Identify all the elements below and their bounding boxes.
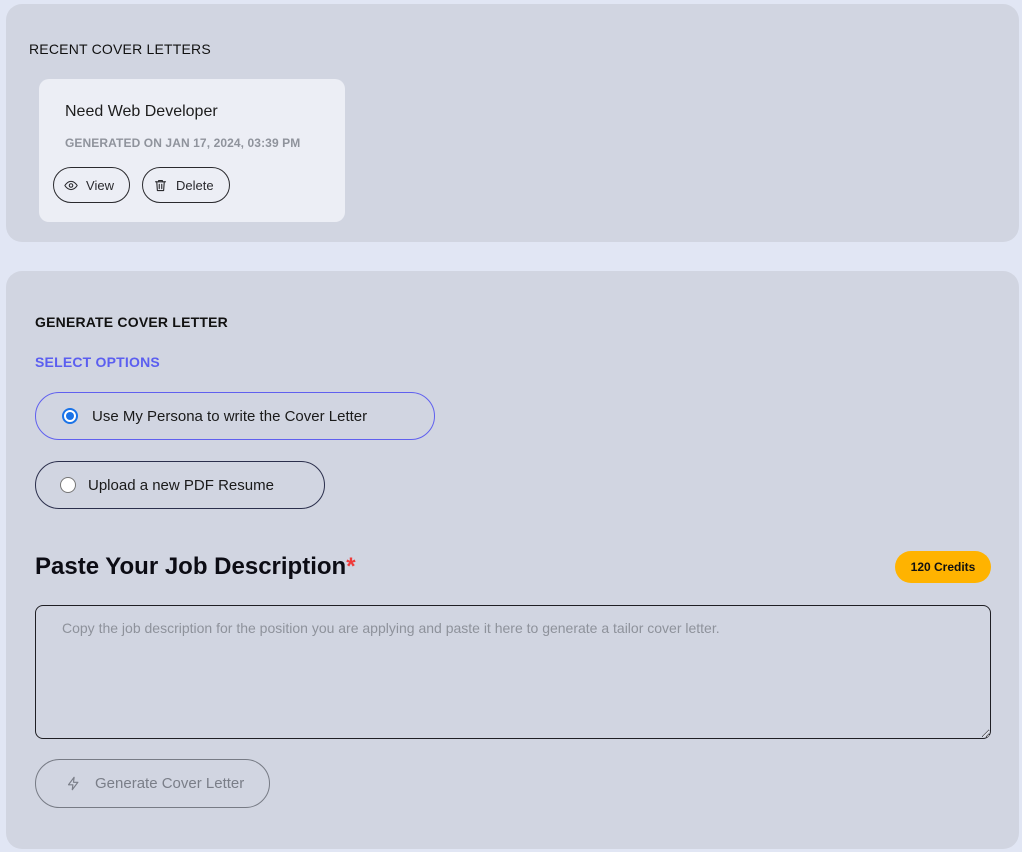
- job-description-textarea[interactable]: [35, 605, 991, 739]
- persona-radio[interactable]: [62, 408, 78, 424]
- trash-icon: [154, 179, 167, 191]
- cover-letter-card: Need Web Developer GENERATED ON JAN 17, …: [39, 79, 345, 222]
- generate-cover-letter-heading: GENERATE COVER LETTER: [35, 314, 228, 330]
- view-button-label: View: [86, 177, 114, 193]
- delete-button-label: Delete: [176, 177, 214, 193]
- lightning-bolt-icon: [67, 776, 79, 791]
- cover-letter-generated-date: GENERATED ON JAN 17, 2024, 03:39 PM: [65, 136, 301, 150]
- view-button[interactable]: View: [53, 167, 130, 203]
- generate-cover-letter-panel: GENERATE COVER LETTER SELECT OPTIONS Use…: [6, 271, 1019, 849]
- option-use-persona-label: Use My Persona to write the Cover Letter: [92, 407, 368, 425]
- eye-icon: [64, 180, 78, 190]
- generate-cover-letter-button[interactable]: Generate Cover Letter: [35, 759, 270, 808]
- job-description-heading: Paste Your Job Description*: [35, 553, 356, 581]
- upload-resume-radio[interactable]: [60, 477, 76, 493]
- credits-badge: 120 Credits: [895, 551, 991, 583]
- required-asterisk: *: [346, 553, 356, 580]
- generate-cover-letter-button-label: Generate Cover Letter: [95, 775, 245, 792]
- cover-letter-title: Need Web Developer: [65, 103, 218, 120]
- option-upload-pdf-resume-label: Upload a new PDF Resume: [88, 476, 274, 494]
- recent-cover-letters-heading: RECENT COVER LETTERS: [29, 41, 211, 57]
- job-description-heading-text: Paste Your Job Description: [35, 553, 347, 580]
- recent-cover-letters-panel: RECENT COVER LETTERS Need Web Developer …: [6, 4, 1019, 242]
- select-options-label: SELECT OPTIONS: [35, 354, 160, 370]
- option-use-persona[interactable]: Use My Persona to write the Cover Letter: [35, 392, 435, 440]
- option-upload-pdf-resume[interactable]: Upload a new PDF Resume: [35, 461, 325, 509]
- delete-button[interactable]: Delete: [142, 167, 230, 203]
